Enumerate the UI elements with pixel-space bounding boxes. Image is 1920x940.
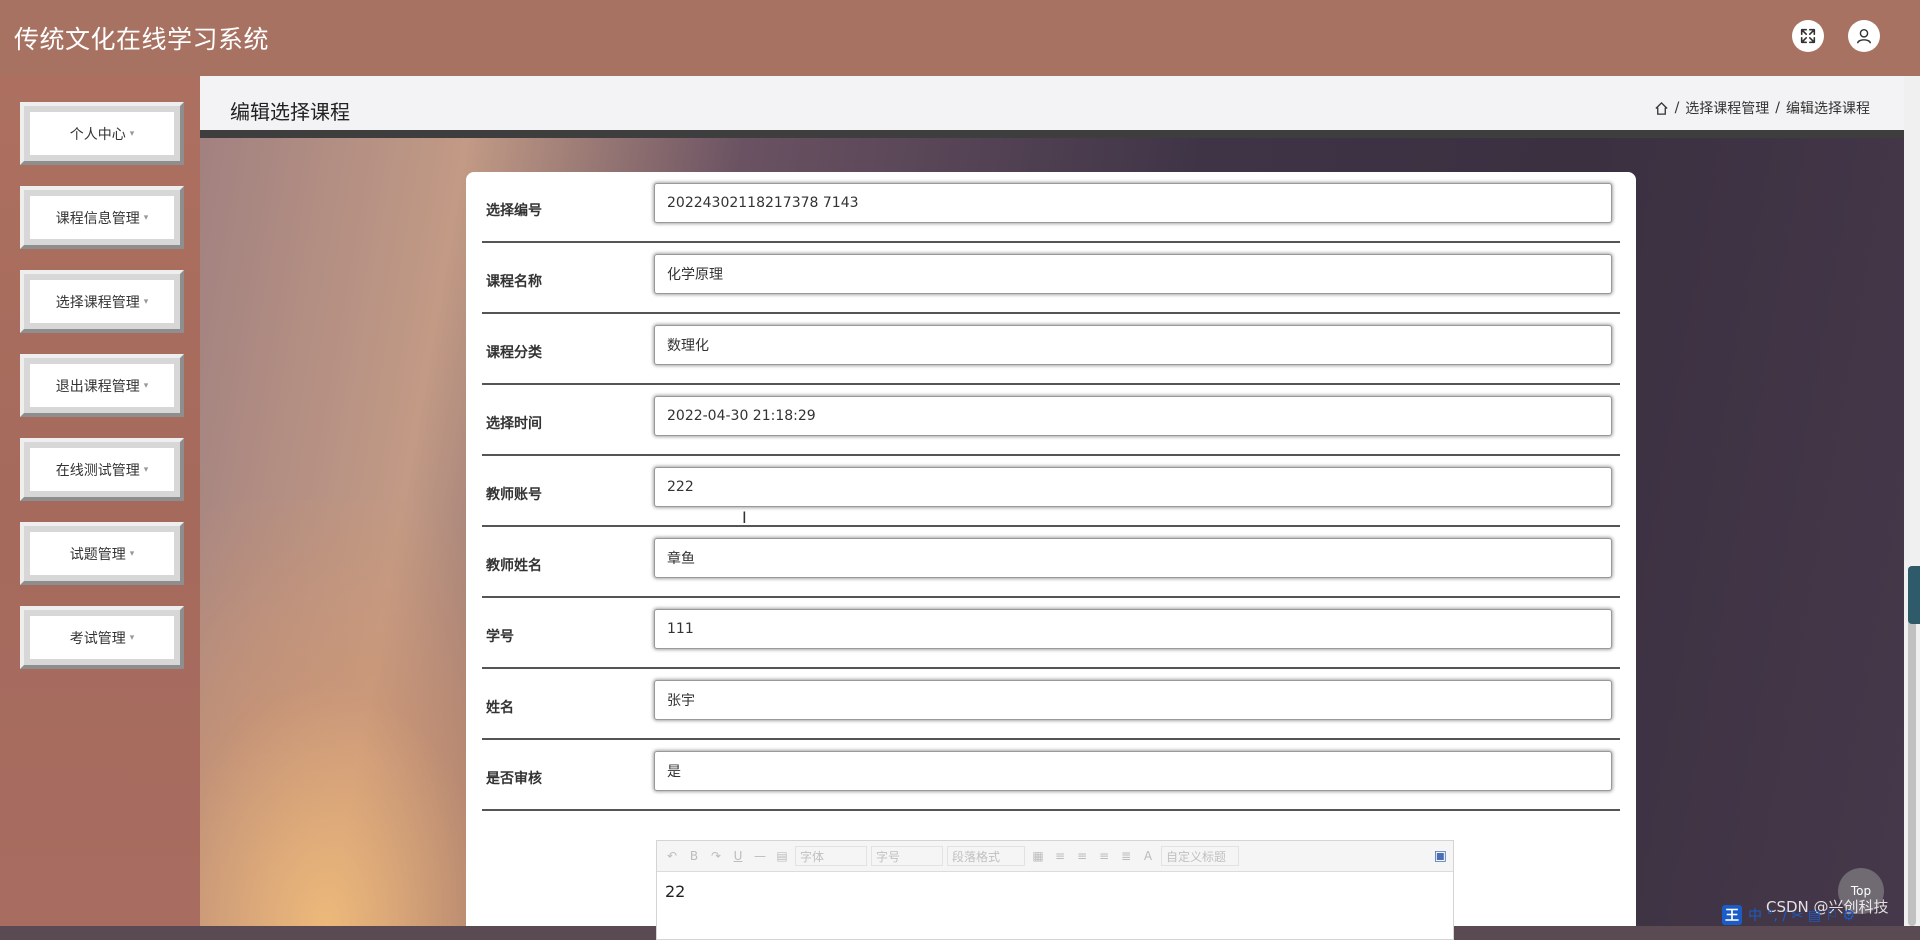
sidebar: 个人中心 ▾ 课程信息管理 ▾ 选择课程管理 ▾ 退出课程管理 ▾ 在线测试管理 ▾ 试题… <box>0 76 200 926</box>
table-icon[interactable]: ▦ <box>1029 849 1047 863</box>
field-label: 课程名称 <box>486 274 542 290</box>
sidebar-item-label: 退出课程管理 <box>55 378 140 395</box>
font-size-select[interactable]: 字号 <box>871 846 943 866</box>
sidebar-item-course-withdrawal[interactable]: 退出课程管理 ▾ <box>20 354 184 417</box>
teacher-name-input[interactable] <box>654 538 1612 578</box>
expand-icon <box>1800 28 1816 44</box>
edit-form-card: 选择编号 课程名称 课程分类 选择时间 教师账号 教师姓名 学号 姓名 是否审核… <box>466 172 1636 940</box>
align-center-icon[interactable]: ≡ <box>1073 849 1091 863</box>
top-header: 传统文化在线学习系统 <box>0 0 1920 76</box>
ime-toolbar[interactable]: 王 中 °, ∕ ✂ ▤ ⚐ ⚙ <box>1722 904 1912 926</box>
horizontal-rule-icon[interactable]: — <box>751 849 769 863</box>
bold-icon[interactable]: B <box>685 849 703 863</box>
page-header-bar: 编辑选择课程 / 选择课程管理 / 编辑选择课程 <box>200 76 1904 138</box>
user-icon <box>1856 28 1872 44</box>
student-id-input[interactable] <box>654 609 1612 649</box>
form-row-selection-id: 选择编号 <box>482 172 1620 243</box>
breadcrumb: / 选择课程管理 / 编辑选择课程 <box>1654 98 1870 118</box>
document-icon[interactable]: ▤ <box>773 849 791 863</box>
selection-id-input[interactable] <box>654 183 1612 223</box>
breadcrumb-separator: / <box>1775 100 1780 116</box>
sidebar-item-personal-center[interactable]: 个人中心 ▾ <box>20 102 184 165</box>
form-row-student-id: 学号 <box>482 598 1620 669</box>
chevron-down-icon: ▾ <box>143 296 149 307</box>
custom-title-select[interactable]: 自定义标题 <box>1161 846 1239 866</box>
sidebar-item-label: 试题管理 <box>69 546 126 563</box>
form-row-name: 姓名 <box>482 669 1620 740</box>
chevron-down-icon: ▾ <box>143 464 149 475</box>
ime-status[interactable]: 中 °, ∕ ✂ ▤ ⚐ ⚙ <box>1748 905 1855 925</box>
redo-icon[interactable]: ↷ <box>707 849 725 863</box>
field-label: 选择时间 <box>486 416 542 432</box>
field-label: 课程分类 <box>486 345 542 361</box>
sidebar-item-course-selection[interactable]: 选择课程管理 ▾ <box>20 270 184 333</box>
field-label: 教师账号 <box>486 487 542 503</box>
field-label: 学号 <box>486 629 514 645</box>
selection-time-input[interactable] <box>654 396 1612 436</box>
form-row-teacher-name: 教师姓名 <box>482 527 1620 598</box>
paragraph-format-select[interactable]: 段落格式 <box>947 846 1025 866</box>
text-cursor-icon: I <box>742 508 747 527</box>
sidebar-item-question-bank[interactable]: 试题管理 ▾ <box>20 522 184 585</box>
underline-icon[interactable]: U <box>729 849 747 863</box>
rich-text-editor: ↶ B ↷ U — ▤ 字体 字号 段落格式 ▦ ≡ ≡ ≡ ≣ A 自定义标题… <box>656 840 1454 940</box>
course-name-input[interactable] <box>654 254 1612 294</box>
align-right-icon[interactable]: ≡ <box>1095 849 1113 863</box>
sidebar-item-label: 个人中心 <box>69 126 126 143</box>
chevron-down-icon: ▾ <box>129 128 135 139</box>
sidebar-item-label: 选择课程管理 <box>55 294 140 311</box>
form-row-is-reviewed: 是否审核 <box>482 740 1620 811</box>
form-row-selection-time: 选择时间 <box>482 385 1620 456</box>
form-row-teacher-account: 教师账号 <box>482 456 1620 527</box>
chevron-down-icon: ▾ <box>129 548 135 559</box>
sidebar-item-label: 在线测试管理 <box>55 462 140 479</box>
chevron-down-icon: ▾ <box>143 380 149 391</box>
field-label: 选择编号 <box>486 203 542 219</box>
page-title: 编辑选择课程 <box>230 100 350 124</box>
course-category-input[interactable] <box>654 325 1612 365</box>
chevron-down-icon: ▾ <box>129 632 135 643</box>
field-label: 姓名 <box>486 700 514 716</box>
is-reviewed-input[interactable] <box>654 751 1612 791</box>
sidebar-item-exam[interactable]: 考试管理 ▾ <box>20 606 184 669</box>
editor-toolbar: ↶ B ↷ U — ▤ 字体 字号 段落格式 ▦ ≡ ≡ ≡ ≣ A 自定义标题… <box>657 841 1453 872</box>
field-label: 教师姓名 <box>486 558 542 574</box>
form-row-course-category: 课程分类 <box>482 314 1620 385</box>
ime-logo-icon[interactable]: 王 <box>1722 905 1742 925</box>
editor-fullscreen-icon[interactable]: ▣ <box>1434 848 1447 864</box>
font-color-icon[interactable]: A <box>1139 849 1157 863</box>
font-family-select[interactable]: 字体 <box>795 846 867 866</box>
chevron-down-icon: ▾ <box>143 212 149 223</box>
breadcrumb-item-current: 编辑选择课程 <box>1786 101 1870 117</box>
fullscreen-button[interactable] <box>1792 20 1824 52</box>
breadcrumb-item-course-selection[interactable]: 选择课程管理 <box>1685 98 1769 118</box>
name-input[interactable] <box>654 680 1612 720</box>
teacher-account-input[interactable] <box>654 467 1612 507</box>
user-menu-button[interactable] <box>1848 20 1880 52</box>
align-left-icon[interactable]: ≡ <box>1051 849 1069 863</box>
sidebar-item-label: 考试管理 <box>69 630 126 647</box>
form-row-course-name: 课程名称 <box>482 243 1620 314</box>
sidebar-item-online-test[interactable]: 在线测试管理 ▾ <box>20 438 184 501</box>
breadcrumb-separator: / <box>1674 100 1680 116</box>
undo-icon[interactable]: ↶ <box>663 849 681 863</box>
app-title: 传统文化在线学习系统 <box>14 25 270 54</box>
sidebar-item-label: 课程信息管理 <box>55 210 140 227</box>
home-icon[interactable] <box>1654 101 1669 116</box>
sidebar-item-course-info[interactable]: 课程信息管理 ▾ <box>20 186 184 249</box>
side-panel-tab[interactable] <box>1908 566 1920 624</box>
justify-icon[interactable]: ≣ <box>1117 849 1135 863</box>
field-label: 是否审核 <box>486 771 542 787</box>
editor-content[interactable]: 22 <box>657 872 1453 911</box>
